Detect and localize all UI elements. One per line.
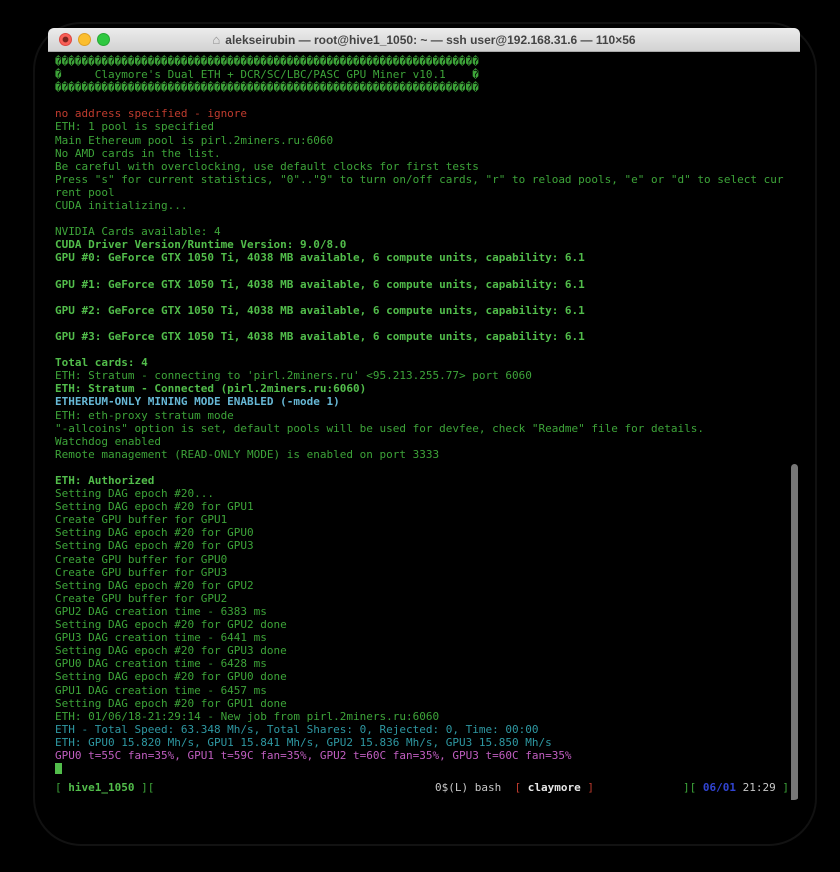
statusbar-segment: hive1_1050 <box>68 781 134 794</box>
statusbar-left: [ hive1_1050 ][ <box>55 781 154 795</box>
terminal-line: Press "s" for current statistics, "0".."… <box>55 173 800 186</box>
terminal-line: Setting DAG epoch #20 for GPU3 done <box>55 644 800 657</box>
terminal-line: ETH - Total Speed: 63.348 Mh/s, Total Sh… <box>55 723 800 736</box>
terminal-line: Remote management (READ-ONLY MODE) is en… <box>55 448 800 461</box>
terminal-screen[interactable]: ����������������������������������������… <box>48 52 800 800</box>
terminal-line: ETH: 01/06/18-21:29:14 - New job from pi… <box>55 710 800 723</box>
window-title: alekseirubin — root@hive1_1050: ~ — ssh … <box>225 33 635 47</box>
terminal-line: Create GPU buffer for GPU2 <box>55 592 800 605</box>
terminal-line: GPU3 DAG creation time - 6441 ms <box>55 631 800 644</box>
terminal-line: ETHEREUM-ONLY MINING MODE ENABLED (-mode… <box>55 395 800 408</box>
statusbar-segment: [ <box>55 781 68 794</box>
terminal-line: CUDA Driver Version/Runtime Version: 9.0… <box>55 238 800 251</box>
terminal-line: ETH: 1 pool is specified <box>55 120 800 133</box>
terminal-line: GPU0 t=55C fan=35%, GPU1 t=59C fan=35%, … <box>55 749 800 762</box>
terminal-line: Setting DAG epoch #20... <box>55 487 800 500</box>
terminal-line: Setting DAG epoch #20 for GPU0 done <box>55 670 800 683</box>
terminal-line <box>55 343 800 356</box>
terminal-line <box>55 212 800 225</box>
terminal-line <box>55 762 800 775</box>
statusbar-segment: ] <box>776 781 789 794</box>
terminal-line: Total cards: 4 <box>55 356 800 369</box>
home-icon: ⌂ <box>212 33 220 46</box>
terminal-line <box>55 461 800 474</box>
terminal-line: ETH: Authorized <box>55 474 800 487</box>
terminal-line: Main Ethereum pool is pirl.2miners.ru:60… <box>55 134 800 147</box>
terminal-line: ETH: eth-proxy stratum mode <box>55 409 800 422</box>
minimize-button[interactable] <box>78 33 91 46</box>
statusbar-center: 0$(L) bash [ claymore ] <box>435 781 594 795</box>
terminal-line: ETH: Stratum - connecting to 'pirl.2mine… <box>55 369 800 382</box>
statusbar-segment: ] <box>587 781 594 794</box>
terminal-line: Setting DAG epoch #20 for GPU1 <box>55 500 800 513</box>
terminal-line: ����������������������������������������… <box>55 81 800 94</box>
terminal-line: Setting DAG epoch #20 for GPU2 done <box>55 618 800 631</box>
scrollbar-thumb[interactable] <box>791 464 798 800</box>
traffic-lights <box>59 33 110 46</box>
terminal-line: no address specified - ignore <box>55 107 800 120</box>
title-bar[interactable]: ⌂ alekseirubin — root@hive1_1050: ~ — ss… <box>48 28 800 52</box>
terminal-line: GPU #0: GeForce GTX 1050 Ti, 4038 MB ava… <box>55 251 800 264</box>
zoom-button[interactable] <box>97 33 110 46</box>
terminal-line: ETH: GPU0 15.820 Mh/s, GPU1 15.841 Mh/s,… <box>55 736 800 749</box>
close-button[interactable] <box>59 33 72 46</box>
statusbar-segment <box>736 781 743 794</box>
terminal-line: rent pool <box>55 186 800 199</box>
terminal-line: Setting DAG epoch #20 for GPU2 <box>55 579 800 592</box>
terminal-line: Setting DAG epoch #20 for GPU0 <box>55 526 800 539</box>
terminal-line: � Claymore's Dual ETH + DCR/SC/LBC/PASC … <box>55 68 800 81</box>
status-bar: [ hive1_1050 ][ 0$(L) bash [ claymore ] … <box>55 781 793 795</box>
terminal-line: Create GPU buffer for GPU0 <box>55 553 800 566</box>
terminal-line <box>55 265 800 278</box>
terminal-line: Create GPU buffer for GPU1 <box>55 513 800 526</box>
statusbar-segment: ][ <box>134 781 154 794</box>
terminal-line: Setting DAG epoch #20 for GPU3 <box>55 539 800 552</box>
terminal-line: GPU2 DAG creation time - 6383 ms <box>55 605 800 618</box>
terminal-line: GPU #3: GeForce GTX 1050 Ti, 4038 MB ava… <box>55 330 800 343</box>
terminal-line: GPU1 DAG creation time - 6457 ms <box>55 684 800 697</box>
statusbar-segment: 06/01 <box>703 781 736 794</box>
terminal-window: ⌂ alekseirubin — root@hive1_1050: ~ — ss… <box>48 28 800 800</box>
terminal-line: GPU #1: GeForce GTX 1050 Ti, 4038 MB ava… <box>55 278 800 291</box>
cursor <box>55 763 62 774</box>
terminal-line: Be careful with overclocking, use defaul… <box>55 160 800 173</box>
terminal-line: NVIDIA Cards available: 4 <box>55 225 800 238</box>
statusbar-segment: ][ <box>683 781 703 794</box>
window-title-wrap: ⌂ alekseirubin — root@hive1_1050: ~ — ss… <box>212 33 635 47</box>
terminal-line: GPU0 DAG creation time - 6428 ms <box>55 657 800 670</box>
statusbar-segment: 21:29 <box>743 781 776 794</box>
terminal-line: Watchdog enabled <box>55 435 800 448</box>
terminal-line <box>55 291 800 304</box>
terminal-lines: ����������������������������������������… <box>55 55 800 775</box>
terminal-line: CUDA initializing... <box>55 199 800 212</box>
terminal-line <box>55 317 800 330</box>
terminal-line: No AMD cards in the list. <box>55 147 800 160</box>
terminal-line <box>55 94 800 107</box>
terminal-line: ����������������������������������������… <box>55 55 800 68</box>
terminal-line: Setting DAG epoch #20 for GPU1 done <box>55 697 800 710</box>
statusbar-right: ][ 06/01 21:29 ] <box>683 781 789 795</box>
terminal-line: GPU #2: GeForce GTX 1050 Ti, 4038 MB ava… <box>55 304 800 317</box>
statusbar-segment <box>501 781 514 794</box>
terminal-line: ETH: Stratum - Connected (pirl.2miners.r… <box>55 382 800 395</box>
terminal-line: Create GPU buffer for GPU3 <box>55 566 800 579</box>
terminal-line: "-allcoins" option is set, default pools… <box>55 422 800 435</box>
statusbar-segment: claymore <box>521 781 587 794</box>
statusbar-segment: 0$(L) bash <box>435 781 501 794</box>
